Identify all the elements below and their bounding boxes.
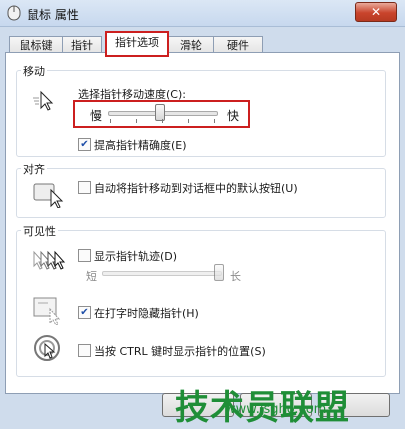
hide-while-typing-checkbox[interactable]: ✔ <box>78 306 91 319</box>
speed-tick <box>136 119 137 123</box>
snap-group-title: 对齐 <box>21 161 47 177</box>
speed-tick <box>214 119 215 123</box>
snap-label: 自动将指针移动到对话框中的默认按钮(U) <box>94 182 298 195</box>
hide-while-typing-label: 在打字时隐藏指针(H) <box>94 307 199 320</box>
window-title: 鼠标 属性 <box>27 8 79 22</box>
speed-tick <box>110 119 111 123</box>
snap-checkbox[interactable] <box>78 181 91 194</box>
watermark-url: www.jsgho.com <box>225 402 327 417</box>
trails-checkbox[interactable] <box>78 249 91 262</box>
precision-checkbox[interactable]: ✔ <box>78 138 91 151</box>
ctrl-location-label: 当按 CTRL 键时显示指针的位置(S) <box>94 345 266 358</box>
pointer-speed-icon <box>33 90 57 115</box>
close-button[interactable]: ✕ <box>355 2 397 22</box>
mouse-icon <box>7 5 21 24</box>
speed-tick <box>188 119 189 123</box>
slow-label: 慢 <box>90 109 103 123</box>
trails-slider-thumb[interactable] <box>214 264 224 281</box>
ctrl-location-checkbox[interactable] <box>78 344 91 357</box>
snap-to-icon <box>33 180 65 211</box>
trails-label: 显示指针轨迹(D) <box>94 250 178 263</box>
precision-label: 提高指针精确度(E) <box>94 139 187 152</box>
fast-label: 快 <box>227 109 240 123</box>
short-label: 短 <box>86 270 97 283</box>
speed-slider-thumb[interactable] <box>154 104 165 121</box>
long-label: 长 <box>230 270 241 283</box>
motion-group-title: 移动 <box>21 63 47 79</box>
pointer-location-icon <box>33 334 61 365</box>
hide-pointer-icon <box>33 297 65 328</box>
trails-slider-track[interactable] <box>102 271 222 276</box>
title-bar: 鼠标 属性 ✕ <box>0 0 405 27</box>
visibility-group-title: 可见性 <box>21 223 58 239</box>
highlight-box-tab <box>105 31 169 57</box>
pointer-trails-icon <box>32 250 68 277</box>
speed-tick <box>162 119 163 123</box>
